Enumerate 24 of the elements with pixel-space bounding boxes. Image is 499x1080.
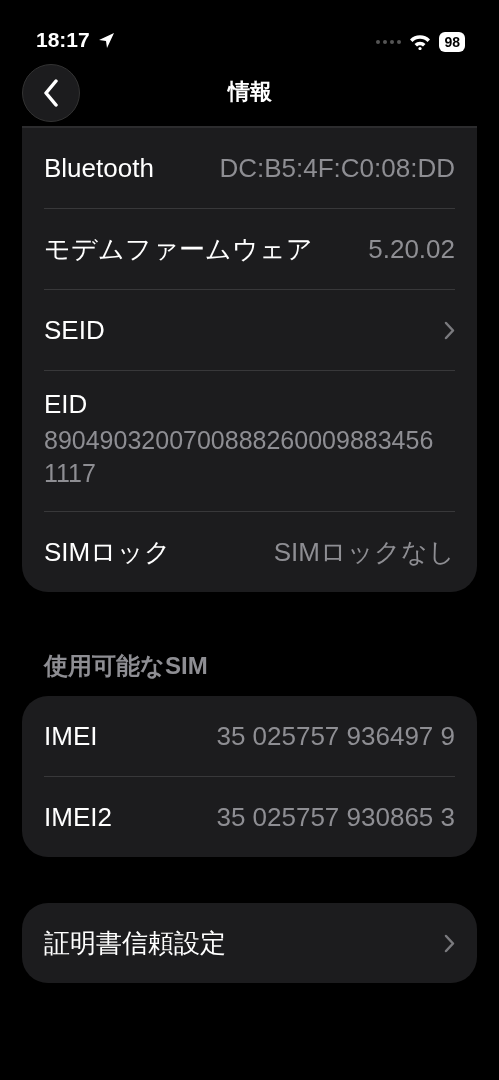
row-value: DC:B5:4F:C0:08:DD <box>219 152 455 184</box>
row-label: モデムファームウェア <box>44 232 313 266</box>
row-label: SIMロック <box>44 535 172 569</box>
row-label: IMEI2 <box>44 801 112 833</box>
signal-icon <box>375 39 402 45</box>
row-label: IMEI <box>44 720 98 752</box>
section-header: 使用可能なSIM <box>42 651 209 681</box>
location-arrow-icon <box>97 31 115 49</box>
row-value: SIMロックなし <box>273 535 455 569</box>
back-chevron-icon <box>43 79 59 107</box>
settings-row[interactable]: SEID <box>44 290 455 370</box>
row-label: EID <box>44 389 88 420</box>
wifi-icon <box>409 34 432 50</box>
row-value: 89049032007008882600098834561117 <box>44 425 435 489</box>
row-label: Bluetooth <box>44 152 154 184</box>
page-title: 情報 <box>227 78 272 106</box>
row-value: 35 025757 930865 3 <box>216 801 455 833</box>
status-time: 18:17 <box>36 28 90 52</box>
chevron-icon <box>444 933 455 953</box>
chevron-icon <box>444 320 455 340</box>
settings-row[interactable]: 証明書信頼設定 <box>44 903 455 983</box>
battery-indicator: 98 <box>439 32 465 52</box>
row-value: 5.20.02 <box>368 233 455 265</box>
row-value: 35 025757 936497 9 <box>216 720 455 752</box>
